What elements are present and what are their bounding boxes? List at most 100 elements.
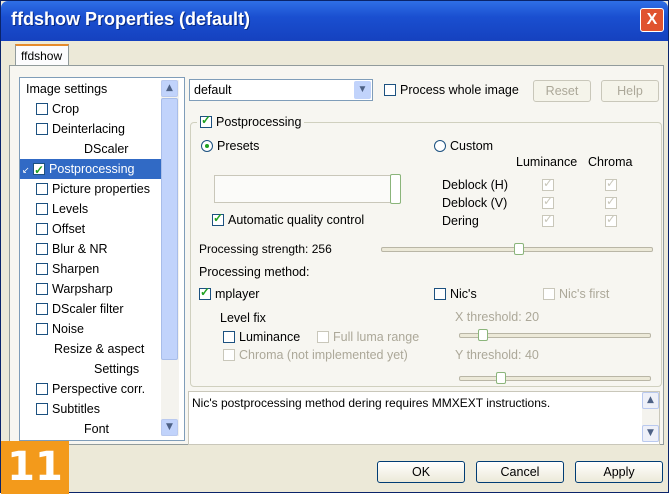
- tree-item-crop[interactable]: Crop: [36, 99, 79, 119]
- presets-label: Presets: [217, 139, 260, 153]
- tree-item-resize-aspect[interactable]: Resize & aspect: [54, 339, 144, 359]
- method-label: Processing method:: [199, 265, 310, 279]
- ok-button[interactable]: OK: [377, 461, 465, 483]
- help-button[interactable]: Help: [601, 80, 659, 102]
- warpsharp-checkbox[interactable]: [36, 283, 48, 295]
- tree-item-label: Image settings: [26, 82, 108, 96]
- quality-slider-thumb[interactable]: [390, 174, 401, 204]
- custom-radio[interactable]: [434, 140, 446, 152]
- tree-scrollbar[interactable]: ▲ ▼: [161, 80, 179, 436]
- tree-item-picture-properties[interactable]: Picture properties: [36, 179, 150, 199]
- process-whole-image-option[interactable]: Process whole image: [384, 83, 519, 97]
- crop-checkbox[interactable]: [36, 103, 48, 115]
- chevron-down-icon[interactable]: ▼: [354, 81, 371, 99]
- preset-value: default: [194, 83, 232, 97]
- scroll-up-icon[interactable]: ▲: [161, 80, 178, 97]
- quality-slider[interactable]: [214, 175, 401, 203]
- full-luma-checkbox[interactable]: [317, 331, 329, 343]
- nics-first-checkbox[interactable]: [543, 288, 555, 300]
- deblock-v-label: Deblock (V): [442, 196, 508, 210]
- tree-item-font[interactable]: Font: [84, 419, 109, 439]
- scroll-down-icon[interactable]: ▼: [642, 425, 659, 442]
- strength-slider-thumb[interactable]: [514, 243, 524, 255]
- tree-item-levels[interactable]: Levels: [36, 199, 88, 219]
- picture-properties-checkbox[interactable]: [36, 183, 48, 195]
- level-fix-luminance-option[interactable]: Luminance: [223, 330, 300, 344]
- postprocessing-enable-checkbox[interactable]: [200, 113, 212, 128]
- mplayer-option[interactable]: mplayer: [199, 285, 259, 301]
- nics-first-option[interactable]: Nic's first: [543, 287, 609, 301]
- deblock-v-chroma-checkbox[interactable]: [605, 194, 617, 209]
- deblock-h-chroma-checkbox[interactable]: [605, 176, 617, 191]
- tree-item-label: Deinterlacing: [52, 122, 125, 136]
- postprocessing-enable[interactable]: Postprocessing: [197, 113, 305, 129]
- tree-item-label: Blur & NR: [52, 242, 108, 256]
- full-luma-option[interactable]: Full luma range: [317, 330, 419, 344]
- auto-quality-option[interactable]: Automatic quality control: [212, 211, 364, 227]
- tree-item-sharpen[interactable]: Sharpen: [36, 259, 99, 279]
- process-whole-image-checkbox[interactable]: [384, 84, 396, 96]
- levels-checkbox[interactable]: [36, 203, 48, 215]
- tree-item-label: Settings: [94, 362, 140, 376]
- cancel-button[interactable]: Cancel: [476, 461, 564, 483]
- tree-item-label: Crop: [52, 102, 80, 116]
- presets-option[interactable]: Presets: [201, 139, 259, 153]
- scroll-up-icon[interactable]: ▲: [642, 392, 659, 409]
- tree-item-offset[interactable]: Offset: [36, 219, 85, 239]
- auto-quality-checkbox[interactable]: [212, 211, 224, 226]
- expand-arrow-icon[interactable]: ↙: [22, 165, 30, 175]
- dering-luma-checkbox[interactable]: [542, 212, 554, 227]
- tree-item-image-settings[interactable]: Image settings: [26, 79, 107, 99]
- tree-item-blur-nr[interactable]: Blur & NR: [36, 239, 108, 259]
- tree-item-noise[interactable]: Noise: [36, 319, 84, 339]
- level-fix-luminance-checkbox[interactable]: [223, 331, 235, 343]
- y-threshold-slider[interactable]: [459, 376, 651, 381]
- tree-item-dscaler-filter[interactable]: DScaler filter: [36, 299, 124, 319]
- x-threshold-slider-thumb[interactable]: [477, 329, 488, 341]
- chroma-fix-option[interactable]: Chroma (not implemented yet): [223, 348, 408, 362]
- message-box: Nic's postprocessing method dering requi…: [188, 391, 660, 445]
- nics-option[interactable]: Nic's: [434, 287, 477, 301]
- apply-button[interactable]: Apply: [575, 461, 663, 483]
- mplayer-checkbox[interactable]: [199, 285, 211, 300]
- dering-chroma-checkbox[interactable]: [605, 212, 617, 227]
- tree-item-subtitles[interactable]: Subtitles: [36, 399, 100, 419]
- offset-checkbox[interactable]: [36, 223, 48, 235]
- message-scrollbar[interactable]: ▲ ▼: [642, 392, 659, 442]
- chroma-fix-checkbox[interactable]: [223, 349, 235, 361]
- tree-item-perspective[interactable]: Perspective corr.: [36, 379, 145, 399]
- tab-ffdshow[interactable]: ffdshow: [15, 44, 69, 65]
- nics-label: Nic's: [450, 287, 477, 301]
- tree-item-settings[interactable]: Settings: [94, 359, 139, 379]
- deinterlacing-checkbox[interactable]: [36, 123, 48, 135]
- blur-nr-checkbox[interactable]: [36, 243, 48, 255]
- level-fix-luminance-label: Luminance: [239, 330, 301, 344]
- deblock-h-luma-checkbox[interactable]: [542, 176, 554, 191]
- presets-radio[interactable]: [201, 140, 213, 152]
- subtitles-checkbox[interactable]: [36, 403, 48, 415]
- title-bar[interactable]: ffdshow Properties (default) X: [1, 1, 668, 41]
- deblock-v-luma-checkbox[interactable]: [542, 194, 554, 209]
- tree-item-dscaler[interactable]: DScaler: [84, 139, 128, 159]
- close-button[interactable]: X: [640, 8, 664, 32]
- sharpen-checkbox[interactable]: [36, 263, 48, 275]
- nics-checkbox[interactable]: [434, 288, 446, 300]
- y-threshold-slider-thumb[interactable]: [496, 372, 507, 384]
- postprocessing-checkbox[interactable]: [33, 160, 46, 180]
- scroll-thumb[interactable]: [161, 98, 178, 360]
- strength-label: Processing strength: 256: [199, 242, 332, 256]
- scroll-down-icon[interactable]: ▼: [161, 419, 178, 436]
- reset-button[interactable]: Reset: [533, 80, 591, 102]
- tree-item-label: Warpsharp: [52, 282, 113, 296]
- luminance-header: Luminance: [516, 155, 578, 169]
- x-threshold-slider[interactable]: [459, 333, 651, 338]
- tree-item-label: Sharpen: [52, 262, 100, 276]
- tree-item-deinterlacing[interactable]: Deinterlacing: [36, 119, 125, 139]
- custom-option[interactable]: Custom: [434, 139, 493, 153]
- tree-item-warpsharp[interactable]: Warpsharp: [36, 279, 113, 299]
- dscaler-filter-checkbox[interactable]: [36, 303, 48, 315]
- perspective-checkbox[interactable]: [36, 383, 48, 395]
- noise-checkbox[interactable]: [36, 323, 48, 335]
- preset-combo[interactable]: default ▼: [189, 79, 373, 101]
- tree-item-postprocessing[interactable]: ↙ Postprocessing: [20, 159, 164, 180]
